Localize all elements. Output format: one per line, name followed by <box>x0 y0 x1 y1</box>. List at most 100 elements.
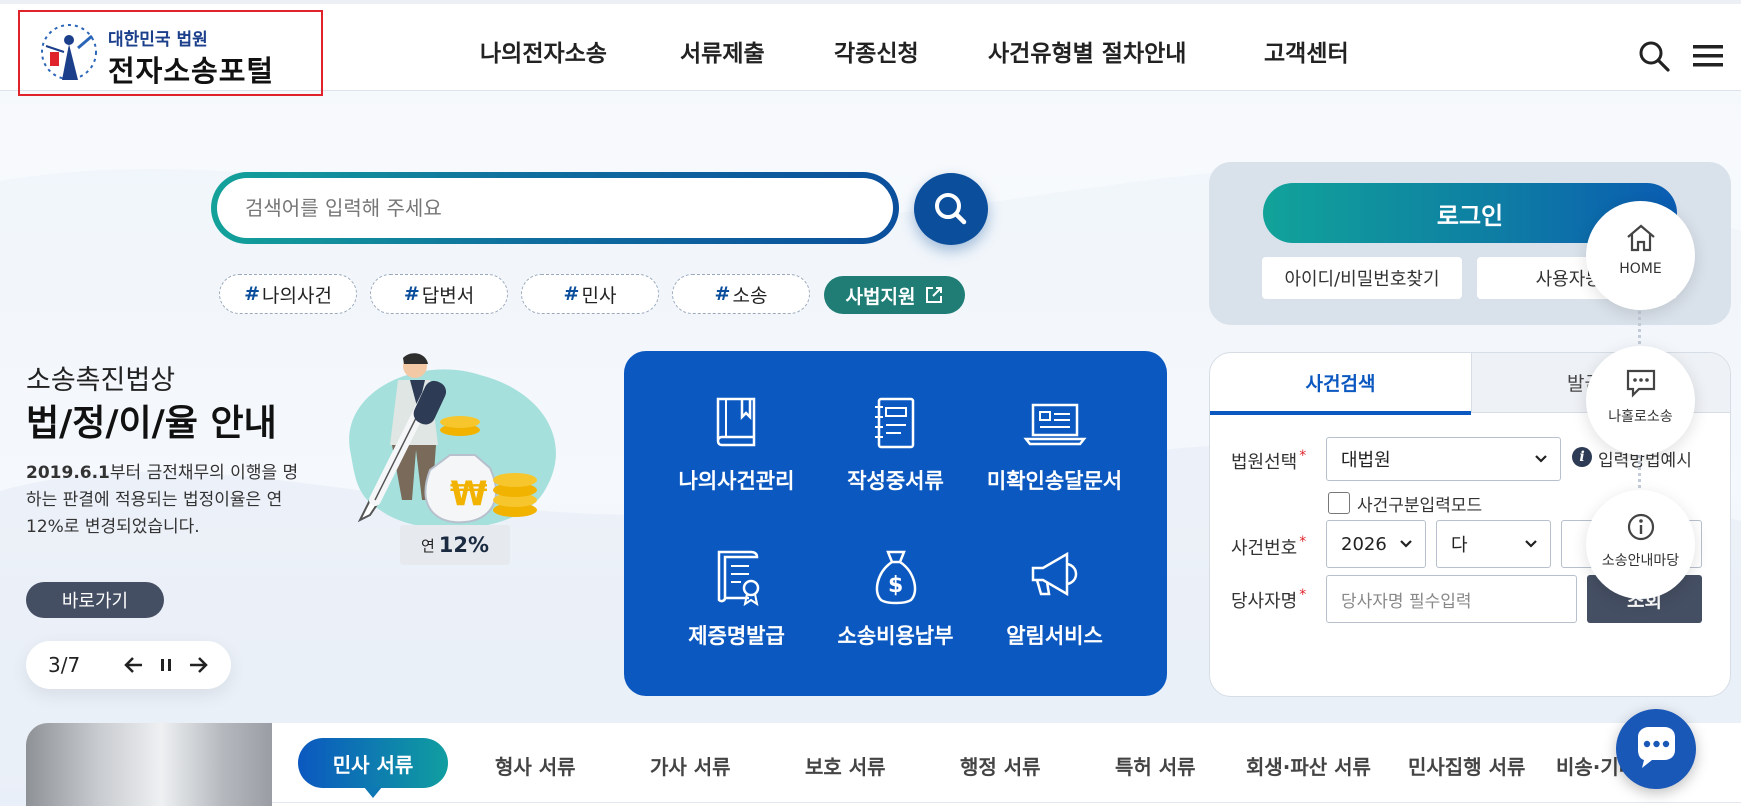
arrow-right-icon[interactable] <box>186 653 210 677</box>
law-support-label: 사법지원 <box>845 285 916 308</box>
service-my-case[interactable]: 나의사건관리 <box>654 395 819 495</box>
banner-description: 2019.6.1부터 금전채무의 이행을 명하는 판결에 적용되는 법정이율은 … <box>26 460 306 541</box>
search-input[interactable] <box>217 178 893 238</box>
interest-rate-illustration-icon: ₩ <box>349 353 556 529</box>
party-name-input[interactable]: 당사자명 필수입력 <box>1326 575 1577 623</box>
banner-title: 법/정/이/율 안내 <box>26 403 277 444</box>
chevron-down-icon <box>1525 540 1537 548</box>
case-mode-checkbox[interactable] <box>1328 492 1350 514</box>
chevron-down-icon <box>1400 540 1412 548</box>
tag-answer[interactable]: # 답변서 <box>370 274 508 314</box>
info-icon <box>1627 513 1654 541</box>
service-fee-payment[interactable]: $ 소송비용납부 <box>813 548 978 650</box>
required-mark: * <box>1299 587 1307 603</box>
nav-applications[interactable]: 각종신청 <box>834 34 919 68</box>
tag-label: 나의사건 <box>262 284 332 307</box>
case-number-label-text: 사건번호 <box>1231 538 1298 559</box>
nav-document-submit[interactable]: 서류제출 <box>680 34 765 68</box>
search-icon[interactable] <box>1637 39 1671 73</box>
certificate-icon <box>717 550 759 606</box>
book-icon <box>716 397 755 447</box>
court-label: 법원선택 * <box>1231 448 1306 474</box>
quick-label: HOME <box>1619 261 1662 277</box>
party-name-label-text: 당사자명 <box>1231 591 1298 612</box>
search-box <box>211 172 899 244</box>
laptop-icon <box>1022 403 1087 446</box>
hamburger-menu-icon[interactable] <box>1691 39 1725 73</box>
nav-customer-center[interactable]: 고객센터 <box>1264 34 1349 68</box>
service-drafts[interactable]: 작성중서류 <box>813 395 978 495</box>
court-select[interactable]: 대법원 <box>1326 437 1561 481</box>
tab-case-search[interactable]: 사건검색 <box>1210 353 1471 415</box>
chatbot-button[interactable] <box>1616 709 1696 789</box>
tag-hash: # <box>563 283 580 305</box>
arrow-left-icon[interactable] <box>122 653 146 677</box>
tag-label: 답변서 <box>421 284 475 307</box>
case-number-label: 사건번호 * <box>1231 534 1306 560</box>
doc-tab-family[interactable]: 가사 서류 <box>650 751 731 780</box>
party-name-label: 당사자명 * <box>1231 587 1306 613</box>
info-icon: i <box>1572 447 1592 467</box>
service-certificate[interactable]: 제증명발급 <box>654 548 819 650</box>
site-header: 대한민국 법원 전자소송포털 나의전자소송 서류제출 각종신청 사건유형별 절차… <box>0 0 1741 96</box>
quick-label: 나홀로소송 <box>1608 409 1673 425</box>
law-support-button[interactable]: 사법지원 <box>824 276 965 314</box>
nav-my-e-litigation[interactable]: 나의전자소송 <box>480 34 607 68</box>
external-link-icon <box>926 287 943 303</box>
quick-self-litigation-button[interactable]: 나홀로소송 <box>1586 346 1695 455</box>
tag-hash: # <box>714 283 731 305</box>
court-label-text: 법원선택 <box>1231 452 1298 473</box>
banner-go-button[interactable]: 바로가기 <box>26 582 164 618</box>
case-year-select[interactable]: 2026 <box>1326 520 1426 568</box>
quick-litigation-guide-button[interactable]: 소송안내마당 <box>1586 490 1695 599</box>
service-label: 알림서비스 <box>1006 624 1103 648</box>
case-type-select[interactable]: 다 <box>1436 520 1551 568</box>
rate-prefix: 연 <box>420 536 435 555</box>
service-notification[interactable]: 알림서비스 <box>972 548 1137 650</box>
quick-label: 소송안내마당 <box>1601 553 1680 569</box>
doc-tab-civil-execution[interactable]: 민사집행 서류 <box>1408 751 1525 780</box>
svg-text:$: $ <box>888 573 903 598</box>
doc-tab-criminal[interactable]: 형사 서류 <box>495 751 576 780</box>
site-logo[interactable]: 대한민국 법원 전자소송포털 <box>18 10 323 96</box>
quick-home-button[interactable]: HOME <box>1586 201 1695 310</box>
doc-tab-administrative[interactable]: 행정 서류 <box>960 751 1041 780</box>
doc-tab-protection[interactable]: 보호 서류 <box>805 751 886 780</box>
pager-count: 3/7 <box>48 653 81 677</box>
chatbot-icon <box>1638 727 1675 768</box>
year-value: 2026 <box>1341 533 1387 555</box>
chat-bubble-icon <box>1626 369 1655 398</box>
doc-tab-patent[interactable]: 특허 서류 <box>1115 751 1196 780</box>
tag-hash: # <box>244 283 260 305</box>
document-section-image <box>26 723 272 806</box>
tag-my-case[interactable]: # 나의사건 <box>219 274 357 314</box>
megaphone-icon <box>1031 551 1077 597</box>
tag-lawsuit[interactable]: # 소송 <box>672 274 810 314</box>
service-label: 제증명발급 <box>688 624 785 648</box>
search-button[interactable] <box>914 173 988 245</box>
document-category-section: 민사 서류 형사 서류 가사 서류 보호 서류 행정 서류 특허 서류 회생·파… <box>26 723 1741 806</box>
service-unconfirmed-documents[interactable]: 미확인송달문서 <box>972 395 1137 495</box>
service-label: 소송비용납부 <box>837 624 954 648</box>
doc-tab-civil[interactable]: 민사 서류 <box>298 738 448 798</box>
service-label: 나의사건관리 <box>678 469 795 493</box>
banner-pager: 3/7 <box>26 641 231 689</box>
service-menu: 나의사건관리 작성중서류 미확인송달문서 제증명발급 $ 소송비용납부 알림서비… <box>624 351 1167 696</box>
required-mark: * <box>1299 448 1307 464</box>
service-label: 작성중서류 <box>847 469 944 493</box>
nav-procedure-guide[interactable]: 사건유형별 절차안내 <box>988 34 1186 68</box>
svg-text:₩: ₩ <box>450 474 488 514</box>
doc-tab-divider <box>272 802 1741 803</box>
logo-title: 전자소송포털 <box>108 54 275 88</box>
pause-icon[interactable] <box>154 653 178 677</box>
court-emblem-icon <box>41 24 97 80</box>
logo-subtitle: 대한민국 법원 <box>108 30 208 50</box>
service-label: 미확인송달문서 <box>986 469 1123 493</box>
find-id-password-button[interactable]: 아이디/비밀번호찾기 <box>1262 257 1462 299</box>
required-mark: * <box>1299 534 1307 550</box>
tag-civil[interactable]: # 민사 <box>521 274 659 314</box>
banner-date: 2019.6.1 <box>26 463 110 483</box>
doc-tab-bankruptcy[interactable]: 회생·파산 서류 <box>1246 751 1371 780</box>
interest-rate-badge: 연 12% <box>400 525 510 565</box>
rate-value: 12% <box>438 533 490 557</box>
